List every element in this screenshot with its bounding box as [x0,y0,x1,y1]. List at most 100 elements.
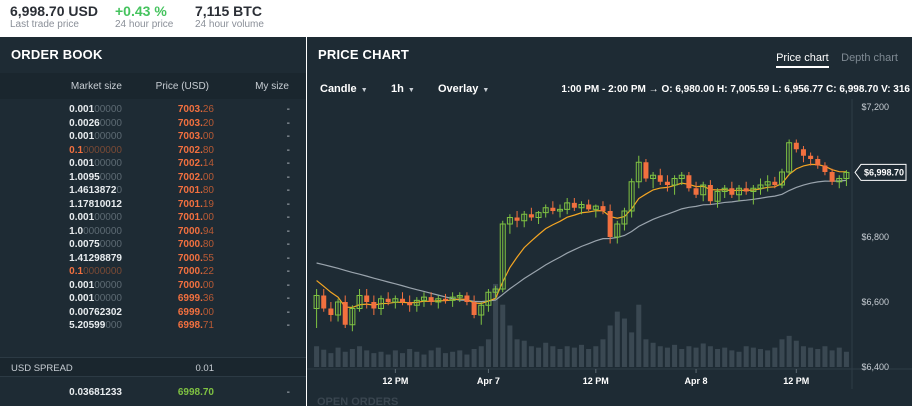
ask-price-main: 7000. [177,225,203,237]
tab-price-chart[interactable]: Price chart [776,52,829,68]
volume-bar [435,347,441,367]
ohlc-high: H: 7,005.59 [717,84,770,95]
volume-bar [722,347,728,367]
volume-bar [743,346,749,367]
x-tick-label: 12 PM [783,376,809,386]
volume-bar [457,350,463,367]
ask-size: 5.20599000 [69,320,122,331]
ask-price-dim: 00 [202,131,214,142]
volume-label: 24 hour volume [195,19,264,30]
ask-row[interactable]: 0.00100000 7003.00 - [0,131,306,145]
ask-size-dim: 000 [105,320,122,331]
candle-body [815,159,821,166]
last-trade-value: 6,998.70 USD [10,3,98,19]
volume-bar [521,340,527,367]
ask-size-dim: 0000000 [83,144,122,156]
ask-row[interactable]: 1.00950000 7002.00 - [0,172,306,186]
ask-size-main: 0.001 [69,293,95,304]
candle-body [399,298,406,302]
ask-price: 7002.00 [178,172,214,183]
ask-price-dim: 00 [202,212,214,223]
ask-size-main: 0.0075 [69,239,100,250]
ask-row[interactable]: 0.00762302 6999.00 - [0,307,306,321]
ask-price-dim: 00 [202,279,214,291]
ask-price-main: 7000. [177,239,203,250]
ask-price: 7002.14 [178,158,214,169]
volume-bar [442,353,448,367]
ask-my-size: - [286,266,290,277]
candle-body [643,162,649,179]
ask-my-size: - [286,212,290,223]
price-chart-panel: PRICE CHART Price chart Depth chart Cand… [307,37,912,406]
ask-row[interactable]: 0.00100000 7002.14 - [0,158,306,172]
ask-row[interactable]: 0.00100000 7001.00 - [0,212,306,226]
ask-size-main: 1.0 [69,225,84,237]
volume-bar [836,347,842,367]
volume-bar [571,347,577,367]
ask-my-size: - [286,185,290,196]
candle-body [364,295,370,302]
ask-size: 1.46138720 [69,185,122,196]
ask-row[interactable]: 1.00000000 7000.94 - [0,226,306,240]
ask-row[interactable]: 0.00100000 7003.26 - [0,104,306,118]
candle-body [829,172,835,182]
y-tick-label: $6,600 [861,297,889,307]
ask-price: 6999.36 [178,293,214,304]
volume-bar [528,346,534,367]
volume-bar [364,350,370,367]
price-chart-title: PRICE CHART [318,47,410,62]
candle-body [707,185,713,202]
ask-price-dim: 20 [202,117,214,129]
volume-bar [593,346,599,367]
volume-bar [664,347,670,367]
volume-bar [514,339,520,367]
ask-row[interactable]: 5.20599000 6998.71 - [0,320,306,334]
volume-bar [471,349,477,367]
ask-row[interactable]: 0.00100000 6999.36 - [0,293,306,307]
candlestick-chart[interactable]: $7,200$7,000$6,800$6,600$6,400 12 PMApr … [307,99,912,406]
ask-row[interactable]: 1.41298879 7000.55 - [0,253,306,267]
volume-bar [707,346,713,367]
ask-size-main: 0.00762302 [69,306,122,318]
ask-size-dim: 0000000 [83,225,122,237]
x-tick-label: Apr 8 [685,376,708,386]
ask-my-size: - [286,320,290,331]
volume-bar [815,349,821,367]
ask-price-main: 6999. [177,306,203,318]
interval-dropdown[interactable]: 1h ▼ [391,83,415,95]
ask-row[interactable]: 0.00100000 7000.00 - [0,280,306,294]
ask-price-dim: 71 [202,320,214,331]
ask-row[interactable]: 0.10000000 7000.22 - [0,266,306,280]
price-change-stat: +0.43 % 24 hour price [115,3,173,30]
ask-row[interactable]: 1.17810012 7001.19 - [0,199,306,213]
order-book-panel: ORDER BOOK Market size Price (USD) My si… [0,37,306,406]
overlay-dropdown[interactable]: Overlay ▼ [438,83,489,95]
bid-row[interactable]: 0.03681233 6998.70 - [0,387,306,401]
ask-row[interactable]: 0.00750000 7000.80 - [0,239,306,253]
candle-dropdown[interactable]: Candle ▼ [320,83,368,95]
ask-row[interactable]: 0.10000000 7002.80 - [0,145,306,159]
ask-size: 0.00100000 [69,212,122,223]
ask-price-dim: 14 [202,158,214,169]
ask-size-main: 1.4613872 [69,185,117,196]
ask-row[interactable]: 0.00260000 7003.20 - [0,118,306,132]
volume-bar [485,339,491,367]
ask-price: 7000.22 [178,266,214,277]
col-market-size: Market size [70,81,122,92]
tab-depth-chart[interactable]: Depth chart [841,52,898,64]
volume-bar [586,349,592,367]
volume-bar [643,339,649,367]
candle-body [607,211,613,237]
ask-row[interactable]: 1.46138720 7001.80 - [0,185,306,199]
ask-my-size: - [286,198,290,210]
candle-body [514,217,520,221]
ohlc-open: O: 6,980.00 [661,84,715,95]
candle-body [822,165,828,172]
bid-size-main: 0.03681233 [69,387,122,398]
volume-bar [693,347,699,367]
volume-bar [672,344,678,367]
ask-price-main: 7003. [177,131,203,142]
volume-bar [650,342,656,367]
candle-body [442,298,448,301]
bid-price: 6998.70 [178,387,214,398]
